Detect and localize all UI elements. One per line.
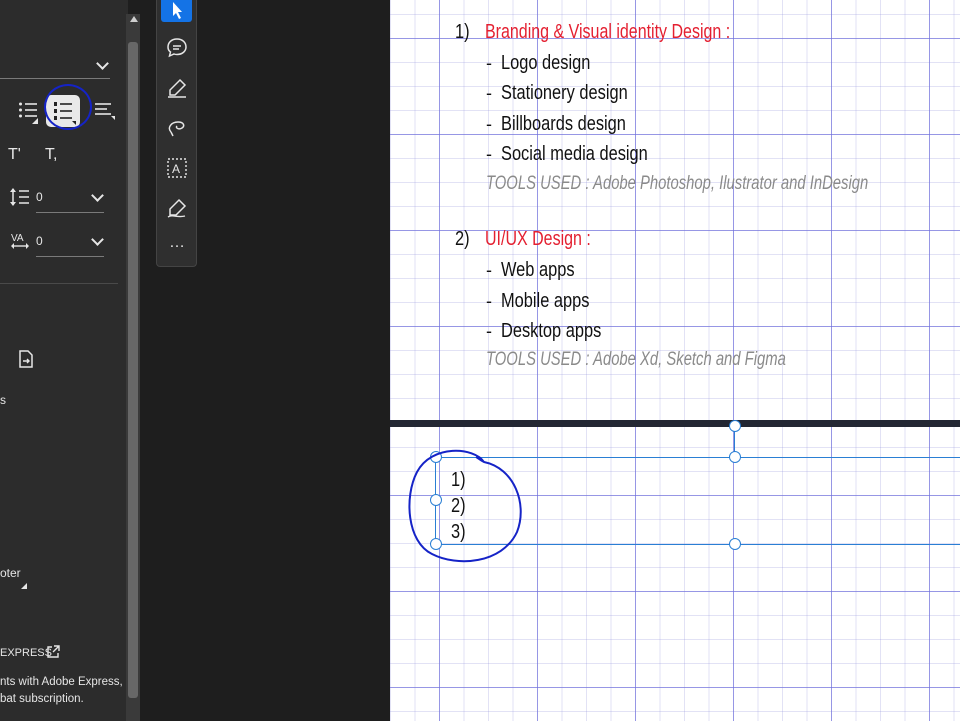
section2-tools-used: TOOLS USED : Adobe Xd, Sketch and Figma bbox=[486, 349, 786, 370]
bullet-dash: - bbox=[486, 321, 492, 341]
export-icon[interactable] bbox=[17, 350, 35, 372]
list-style-corner-icon bbox=[32, 112, 38, 128]
express-promo-line1: nts with Adobe Express, bbox=[0, 676, 123, 688]
subscript-button[interactable]: T, bbox=[45, 146, 57, 164]
properties-panel: T' T, 0 VA 0 s oter EXPRESS nts with Ado… bbox=[0, 0, 128, 721]
ink-circle-annotation bbox=[44, 84, 92, 130]
line-spacing-value[interactable]: 0 bbox=[36, 190, 43, 204]
line-spacing-icon bbox=[10, 188, 30, 210]
section1-item: Logo design bbox=[501, 52, 591, 74]
scroll-up-arrow-icon[interactable] bbox=[130, 16, 138, 22]
select-tool-button[interactable] bbox=[161, 0, 192, 22]
bullet-dash: - bbox=[486, 144, 492, 164]
text-box-icon[interactable]: A bbox=[165, 156, 189, 180]
footer-corner-icon bbox=[21, 577, 27, 593]
resize-handle-top-middle[interactable] bbox=[729, 451, 741, 463]
char-spacing-value[interactable]: 0 bbox=[36, 234, 43, 248]
pdf-page-2[interactable]: 1) 2) 3) bbox=[390, 420, 960, 721]
section2-item: Mobile apps bbox=[501, 290, 590, 312]
line-spacing-chevron-icon[interactable] bbox=[91, 189, 104, 202]
signature-pen-icon[interactable] bbox=[165, 196, 189, 220]
express-promo-line2: bat subscription. bbox=[0, 693, 84, 705]
font-dropdown-chevron-icon[interactable] bbox=[96, 57, 109, 70]
panel-item-fragment: s bbox=[0, 393, 6, 407]
adobe-express-label: EXPRESS bbox=[0, 647, 52, 659]
rotate-handle[interactable] bbox=[729, 420, 741, 432]
lasso-draw-icon[interactable] bbox=[165, 116, 189, 140]
more-tools-icon[interactable]: … bbox=[165, 234, 189, 258]
section1-item: Social media design bbox=[501, 143, 648, 165]
char-spacing-chevron-icon[interactable] bbox=[91, 233, 104, 246]
superscript-button[interactable]: T' bbox=[8, 146, 21, 164]
document-canvas[interactable]: 1) Branding & Visual identity Design : -… bbox=[390, 0, 960, 721]
bullet-dash: - bbox=[486, 53, 492, 73]
resize-handle-bottom-middle[interactable] bbox=[729, 538, 741, 550]
section1-item: Stationery design bbox=[501, 82, 628, 104]
section2-item: Desktop apps bbox=[501, 320, 602, 342]
panel-divider bbox=[0, 283, 118, 284]
section1-item: Billboards design bbox=[501, 113, 626, 135]
panel-scrollbar-thumb[interactable] bbox=[128, 42, 138, 698]
highlight-pen-icon[interactable] bbox=[165, 76, 189, 100]
svg-text:VA: VA bbox=[11, 233, 24, 244]
ink-circle-annotation bbox=[408, 449, 522, 563]
align-icon[interactable] bbox=[94, 101, 116, 125]
section1-heading: Branding & Visual identity Design : bbox=[485, 21, 731, 43]
section2-heading: UI/UX Design : bbox=[485, 228, 591, 250]
char-spacing-underline bbox=[36, 256, 104, 257]
footer-option-fragment[interactable]: oter bbox=[0, 566, 21, 580]
bullet-dash: - bbox=[486, 83, 492, 103]
section1-number: 1) bbox=[455, 21, 470, 43]
character-spacing-icon: VA bbox=[10, 232, 30, 254]
bullet-dash: - bbox=[486, 260, 492, 280]
svg-text:A: A bbox=[172, 162, 180, 176]
pdf-page-1[interactable]: 1) Branding & Visual identity Design : -… bbox=[390, 0, 960, 420]
bullet-dash: - bbox=[486, 291, 492, 311]
comment-icon[interactable] bbox=[165, 36, 189, 60]
external-link-icon[interactable] bbox=[46, 645, 60, 663]
section2-number: 2) bbox=[455, 228, 470, 250]
section1-tools-used: TOOLS USED : Adobe Photoshop, Ilustrator… bbox=[486, 173, 869, 194]
page-separator bbox=[390, 420, 960, 427]
quick-tools-toolbar: A … bbox=[156, 0, 197, 267]
section2-item: Web apps bbox=[501, 259, 575, 281]
line-spacing-underline bbox=[36, 212, 104, 213]
bullet-dash: - bbox=[486, 114, 492, 134]
font-dropdown-underline bbox=[0, 78, 110, 79]
